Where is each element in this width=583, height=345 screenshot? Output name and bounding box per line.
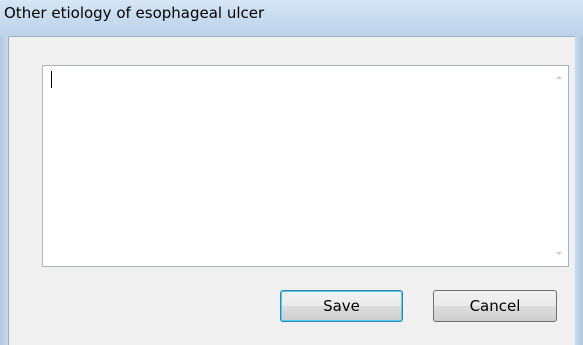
window-frame-right	[575, 36, 583, 345]
window-frame-left	[0, 36, 8, 345]
dialog-window: Other etiology of esophageal ulcer Save …	[0, 0, 583, 345]
scroll-up-button[interactable]	[551, 70, 568, 87]
text-caret	[51, 71, 52, 88]
title-bar[interactable]: Other etiology of esophageal ulcer	[0, 0, 583, 36]
etiology-text-area[interactable]	[42, 65, 569, 267]
cancel-button[interactable]: Cancel	[433, 290, 557, 322]
scroll-down-arrow-icon	[556, 252, 562, 255]
vertical-scrollbar[interactable]	[551, 66, 568, 266]
save-button[interactable]: Save	[280, 290, 403, 322]
scroll-up-arrow-icon	[556, 76, 562, 79]
dialog-client-area: Save Cancel	[8, 36, 575, 345]
scroll-down-button[interactable]	[551, 245, 568, 262]
window-title: Other etiology of esophageal ulcer	[4, 4, 265, 22]
